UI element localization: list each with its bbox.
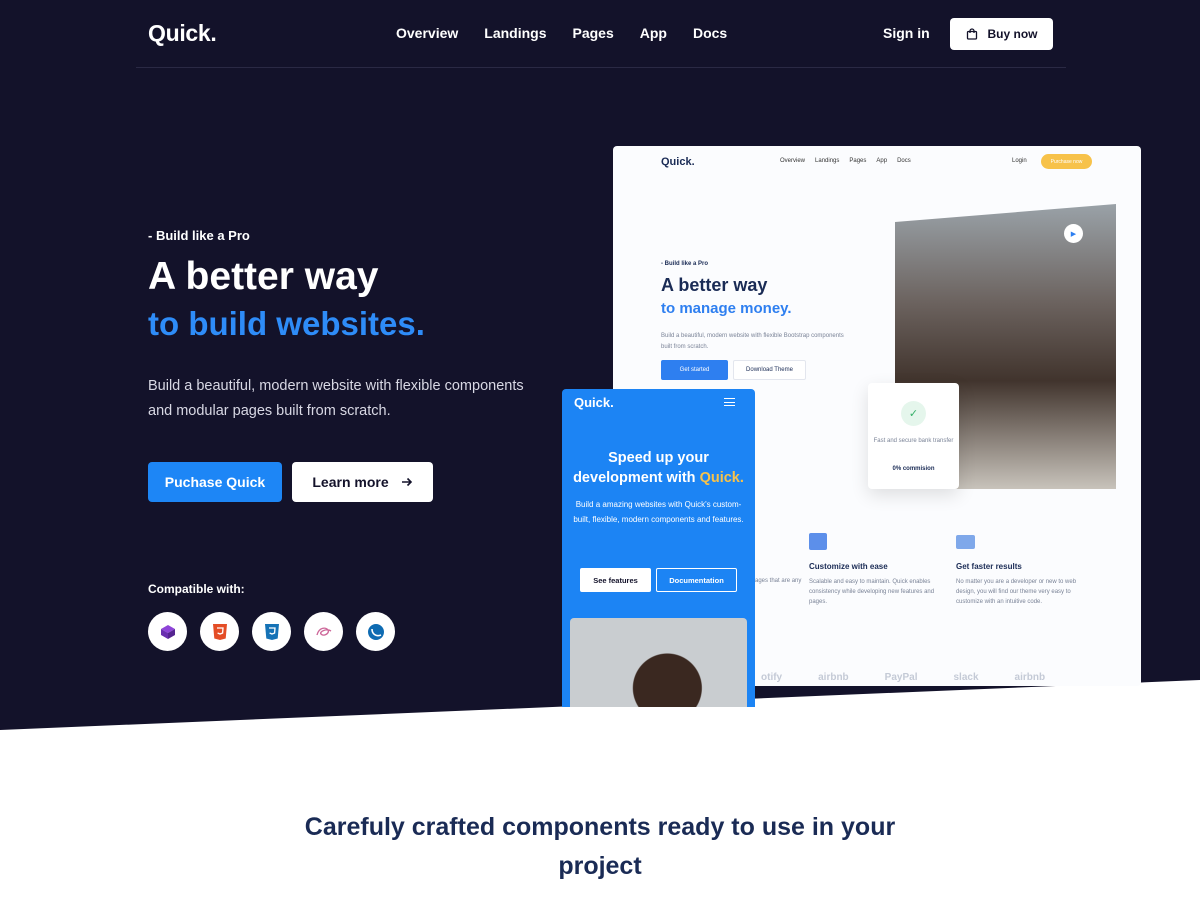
bootstrap-icon <box>148 612 187 651</box>
partner-logo: otify <box>761 672 783 683</box>
preview-feature-text: No matter you are a developer or new to … <box>956 579 1077 605</box>
html5-icon <box>200 612 239 651</box>
mobile-text: Build a amazing websites with Quick's cu… <box>573 500 744 524</box>
mobile-preview-mockup: Quick. Speed up your development with Qu… <box>562 389 755 707</box>
partner-logo: airbnb <box>1014 672 1046 683</box>
hamburger-menu-icon <box>724 398 735 406</box>
nav-link-overview[interactable]: Overview <box>396 25 458 41</box>
partner-logo: slack <box>953 672 979 683</box>
hero-title: A better way <box>148 255 379 298</box>
preview-feature-text: Scalable and easy to maintain. Quick ena… <box>809 579 935 605</box>
preview-nav: Overview Landings Pages App Docs <box>780 158 911 164</box>
preview-login: Login <box>1012 158 1027 164</box>
top-navbar: Quick. Overview Landings Pages App Docs … <box>136 0 1066 68</box>
hero-lead: Build a beautiful, modern website with f… <box>148 378 524 419</box>
learn-more-button[interactable]: Learn more <box>292 462 433 502</box>
preview-card-text: Fast and secure bank transfer <box>873 438 954 444</box>
preview-feature-title: Customize with ease <box>809 562 888 571</box>
preview-feature-text-partial: ages that are any <box>755 578 802 584</box>
shopping-bag-icon <box>966 28 977 40</box>
preview-get-started-button: Get started <box>661 360 728 380</box>
nav-link-docs[interactable]: Docs <box>693 25 727 41</box>
check-icon: ✓ <box>901 401 926 426</box>
preview-eyebrow: - Build like a Pro <box>661 261 709 267</box>
preview-nav-item: Pages <box>849 158 867 164</box>
play-icon: ▶ <box>1064 224 1083 243</box>
preview-card-commission: 0% commision <box>892 466 935 472</box>
preview-title-highlight: to manage money. <box>661 300 792 317</box>
mobile-documentation-button: Documentation <box>656 568 737 592</box>
customize-icon <box>809 533 827 550</box>
preview-download-button: Download Theme <box>733 360 806 380</box>
preview-nav-item: Docs <box>897 158 911 164</box>
buy-now-button[interactable]: Buy now <box>950 18 1053 50</box>
mobile-title: Speed up your development with Quick. <box>562 448 755 488</box>
mobile-logo: Quick. <box>574 395 614 410</box>
mobile-see-features-button: See features <box>580 568 651 592</box>
learn-more-label: Learn more <box>312 474 389 490</box>
preview-purchase-button: Purchase now <box>1041 154 1092 169</box>
nav-link-pages[interactable]: Pages <box>573 25 614 41</box>
book-icon <box>956 535 975 549</box>
nav-links: Overview Landings Pages App Docs <box>396 25 727 41</box>
mobile-title-text: Speed up your development with <box>573 450 709 486</box>
partner-logo: PayPal <box>884 672 918 683</box>
mobile-title-highlight: Quick. <box>699 470 744 486</box>
hero-eyebrow: - Build like a Pro <box>148 228 250 243</box>
buy-now-label: Buy now <box>987 27 1038 41</box>
preview-nav-item: Overview <box>780 158 806 164</box>
arrow-right-icon <box>401 477 412 487</box>
preview-nav-item: Landings <box>815 158 840 164</box>
mobile-portrait-photo <box>570 618 747 707</box>
preview-partner-logos: otify airbnb PayPal slack airbnb <box>761 672 1045 683</box>
preview-lead: Build a beautiful, modern website with f… <box>661 333 844 350</box>
partner-logo: airbnb <box>818 672 849 683</box>
hero-title-highlight: to build websites. <box>148 305 425 342</box>
tech-icons <box>148 612 395 651</box>
compatible-label: Compatible with: <box>148 582 245 596</box>
sign-in-link[interactable]: Sign in <box>883 25 930 41</box>
preview-transfer-card: ✓ Fast and secure bank transfer 0% commi… <box>868 383 959 489</box>
preview-logo: Quick. <box>661 156 695 168</box>
preview-feature-title: Get faster results <box>956 562 1022 571</box>
jquery-icon <box>356 612 395 651</box>
css3-icon <box>252 612 291 651</box>
section-title: Carefuly crafted components ready to use… <box>304 813 896 880</box>
purchase-button[interactable]: Puchase Quick <box>148 462 282 502</box>
sass-icon <box>304 612 343 651</box>
nav-link-app[interactable]: App <box>640 25 667 41</box>
preview-nav-item: App <box>876 158 888 164</box>
nav-link-landings[interactable]: Landings <box>484 25 546 41</box>
preview-title: A better way <box>661 275 768 295</box>
brand-logo[interactable]: Quick. <box>148 20 217 47</box>
